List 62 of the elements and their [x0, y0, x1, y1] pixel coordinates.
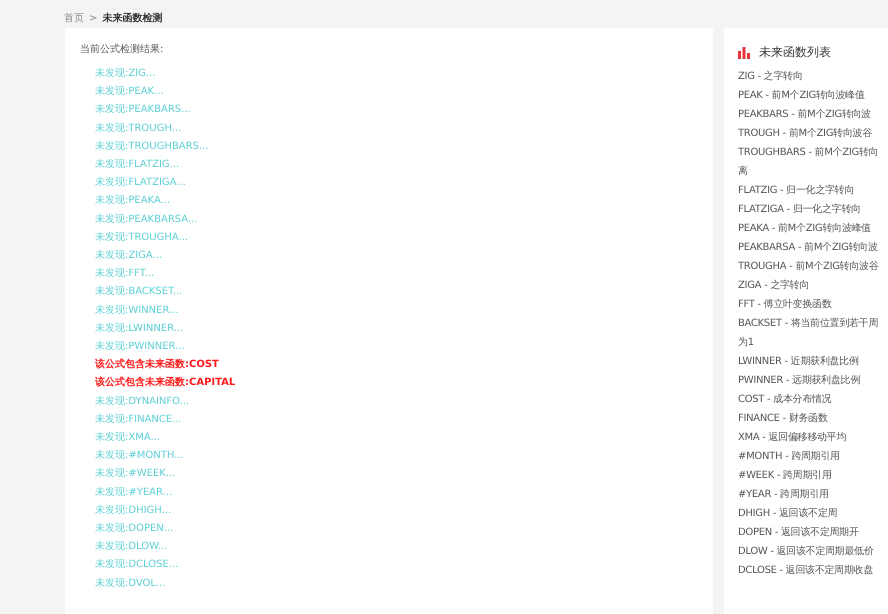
breadcrumb-current: 未来函数检测: [102, 12, 162, 25]
result-line: 未发现:FFT...: [95, 266, 156, 282]
bar-chart-icon: [738, 46, 750, 58]
result-line: 未发现:BACKSET...: [95, 284, 184, 300]
result-line: 未发现:PEAKA...: [95, 194, 172, 208]
result-line: 未发现:XMA...: [95, 430, 162, 446]
result-line: 未发现:#WEEK...: [95, 466, 176, 482]
result-line: 未发现:TROUGH...: [95, 122, 182, 136]
result-line: 未发现:FLATZIG...: [95, 158, 180, 172]
result-line: 未发现:PEAKBARS...: [95, 102, 192, 118]
function-entry: DCLOSE - 返回该不定周期收盘: [738, 564, 874, 578]
function-entry: 为1: [738, 336, 755, 350]
result-line: 未发现:ZIG...: [95, 66, 156, 81]
function-entry: COST - 成本分布情况: [738, 392, 832, 407]
function-entry: PEAKBARS - 前M个ZIG转向波: [738, 108, 872, 122]
results-heading: 当前公式检测结果:: [80, 42, 164, 56]
function-entry: PEAKBARSA - 前M个ZIG转向波: [738, 240, 879, 255]
result-line: 未发现:PEAK...: [95, 84, 165, 100]
result-line: 未发现:ZIGA...: [95, 248, 164, 264]
function-entry: ZIG - 之字转向: [738, 70, 804, 84]
result-line: 未发现:WINNER...: [95, 304, 180, 318]
function-entry: BACKSET - 将当前位置到若干周: [738, 316, 880, 331]
result-line: 未发现:LWINNER...: [95, 322, 184, 336]
function-entry: PWINNER - 远期获利盘比例: [738, 374, 861, 388]
result-line: 未发现:TROUGHA...: [95, 230, 190, 245]
result-line: 未发现:PEAKBARSA...: [95, 212, 198, 227]
breadcrumb-separator: >: [89, 12, 98, 24]
result-line: 未发现:DHIGH...: [95, 504, 172, 518]
function-entry: XMA - 返回偏移移动平均: [738, 430, 848, 445]
result-line: 未发现:#YEAR...: [95, 486, 174, 500]
function-entry: TROUGH - 前M个ZIG转向波谷: [738, 126, 873, 141]
function-entry: TROUGHA - 前M个ZIG转向波谷: [738, 260, 880, 274]
result-line: 未发现:FLATZIGA...: [95, 176, 187, 190]
function-entry: LWINNER - 近期获利盘比例: [738, 354, 860, 369]
function-entry: #YEAR - 跨周期引用: [738, 488, 830, 502]
function-entry: FINANCE - 财务函数: [738, 412, 829, 426]
function-entry: #MONTH - 跨周期引用: [738, 450, 841, 464]
function-entry: TROUGHBARS - 前M个ZIG转向: [738, 146, 880, 160]
result-line: 未发现:DYNAINFO...: [95, 394, 190, 409]
function-entry: FLATZIG - 归一化之字转向: [738, 184, 856, 198]
function-entry: FLATZIGA - 归一化之字转向: [738, 202, 862, 217]
result-line: 未发现:DVOL...: [95, 576, 167, 591]
function-entry: DOPEN - 返回该不定周期开: [738, 526, 860, 540]
function-entry: PEAKA - 前M个ZIG转向波峰值: [738, 222, 872, 236]
breadcrumb-link[interactable]: 首页: [64, 11, 84, 25]
result-line: 该公式包含未来函数:COST: [95, 358, 220, 372]
result-line: 未发现:DLOW...: [95, 540, 168, 554]
result-line: 未发现:FINANCE...: [95, 412, 183, 427]
function-entry: #WEEK - 跨周期引用: [738, 468, 833, 483]
function-entry: DLOW - 返回该不定周期最低价: [738, 544, 875, 559]
function-list-title: 未来函数列表: [759, 44, 831, 61]
result-line: 该公式包含未来函数:CAPITAL: [95, 376, 236, 390]
function-entry: PEAK - 前M个ZIG转向波峰值: [738, 88, 866, 103]
function-entry: DHIGH - 返回该不定周: [738, 506, 838, 521]
function-entry: ZIGA - 之字转向: [738, 278, 810, 293]
result-line: 未发现:DOPEN...: [95, 522, 174, 536]
result-line: 未发现:PWINNER...: [95, 340, 186, 354]
result-line: 未发现:#MONTH...: [95, 448, 185, 464]
function-entry: 离: [738, 164, 749, 179]
function-entry: FFT - 傅立叶变换函数: [738, 298, 833, 312]
result-line: 未发现:TROUGHBARS...: [95, 140, 210, 154]
result-line: 未发现:DCLOSE...: [95, 558, 180, 572]
